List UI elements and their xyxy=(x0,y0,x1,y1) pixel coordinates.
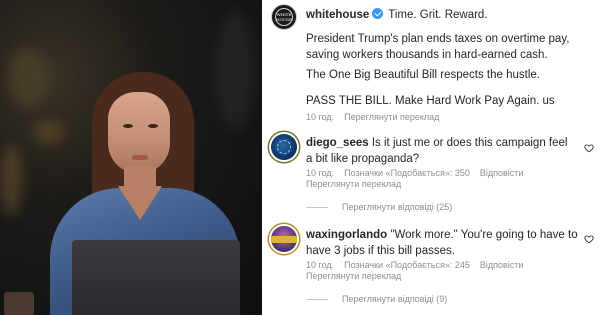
comment-see-translation[interactable]: Переглянути переклад xyxy=(306,271,401,281)
comment-username[interactable]: waxingorlando xyxy=(306,229,387,241)
background-shadow xyxy=(215,10,255,130)
avatar-graphic xyxy=(271,235,297,243)
background-light xyxy=(8,48,48,108)
laptop xyxy=(72,240,240,315)
replies-divider xyxy=(306,298,328,300)
caption-paragraph: PASS THE BILL. Make Hard Work Pay Again.… xyxy=(306,95,555,107)
comment-reply-link[interactable]: Відповісти xyxy=(480,260,524,270)
post-meta: 10 год. Переглянути переклад xyxy=(306,112,439,122)
heart-outline-icon[interactable] xyxy=(584,234,594,244)
commenter-avatar[interactable] xyxy=(271,226,297,252)
caption-paragraph: The One Big Beautiful Bill respects the … xyxy=(306,69,540,81)
comment-time: 10 год. xyxy=(306,260,335,270)
woman-eye xyxy=(123,124,133,128)
comment-meta: 10 год. Позначки «Подобається»: 350 Відпов… xyxy=(306,168,523,178)
commenter-avatar[interactable] xyxy=(271,134,297,160)
heart-outline-icon[interactable] xyxy=(584,143,594,153)
post-author-avatar[interactable]: WHITE HOUSE xyxy=(271,4,297,30)
comment-meta: 10 год. Позначки «Подобається»: 245 Відпов… xyxy=(306,260,523,270)
woman-face xyxy=(108,92,170,174)
comments-panel: WHITE HOUSE whitehouse Time. Grit. Rewar… xyxy=(262,0,600,315)
post-time: 10 год. xyxy=(306,112,335,122)
caption-paragraph: President Trump's plan ends taxes on ove… xyxy=(306,33,570,61)
replies-divider xyxy=(306,206,328,208)
woman-eye xyxy=(148,124,158,128)
comment-likes[interactable]: Позначки «Подобається»: 350 xyxy=(344,168,470,178)
view-replies-label: Переглянути відповіді (9) xyxy=(342,294,448,304)
avatar-graphic xyxy=(277,140,291,154)
comment-body: waxingorlando "Work more." You're going … xyxy=(306,227,584,259)
view-replies-button[interactable]: Переглянути відповіді (9) xyxy=(306,294,447,304)
post-tagline: Time. Grit. Reward. xyxy=(388,9,488,21)
comment-username[interactable]: diego_sees xyxy=(306,137,369,149)
verified-badge-icon xyxy=(372,8,384,19)
comment-reply-link[interactable]: Відповісти xyxy=(480,168,524,178)
view-replies-button[interactable]: Переглянути відповіді (25) xyxy=(306,202,452,212)
woman-lips xyxy=(132,155,148,160)
post-caption-header: whitehouse Time. Grit. Reward. xyxy=(306,7,591,23)
background-light xyxy=(34,120,64,144)
comment-body: diego_sees Is it just me or does this ca… xyxy=(306,135,576,167)
view-replies-label: Переглянути відповіді (25) xyxy=(342,202,453,212)
post-see-translation[interactable]: Переглянути переклад xyxy=(344,112,439,122)
post-image[interactable] xyxy=(0,0,262,315)
post-author-username[interactable]: whitehouse xyxy=(306,9,369,21)
white-house-seal: WHITE HOUSE xyxy=(275,8,293,26)
comment-likes[interactable]: Позначки «Подобається»: 245 xyxy=(344,260,470,270)
background-light xyxy=(0,145,22,215)
cup xyxy=(4,292,34,315)
comment-see-translation[interactable]: Переглянути переклад xyxy=(306,179,401,189)
comment-time: 10 год. xyxy=(306,168,335,178)
